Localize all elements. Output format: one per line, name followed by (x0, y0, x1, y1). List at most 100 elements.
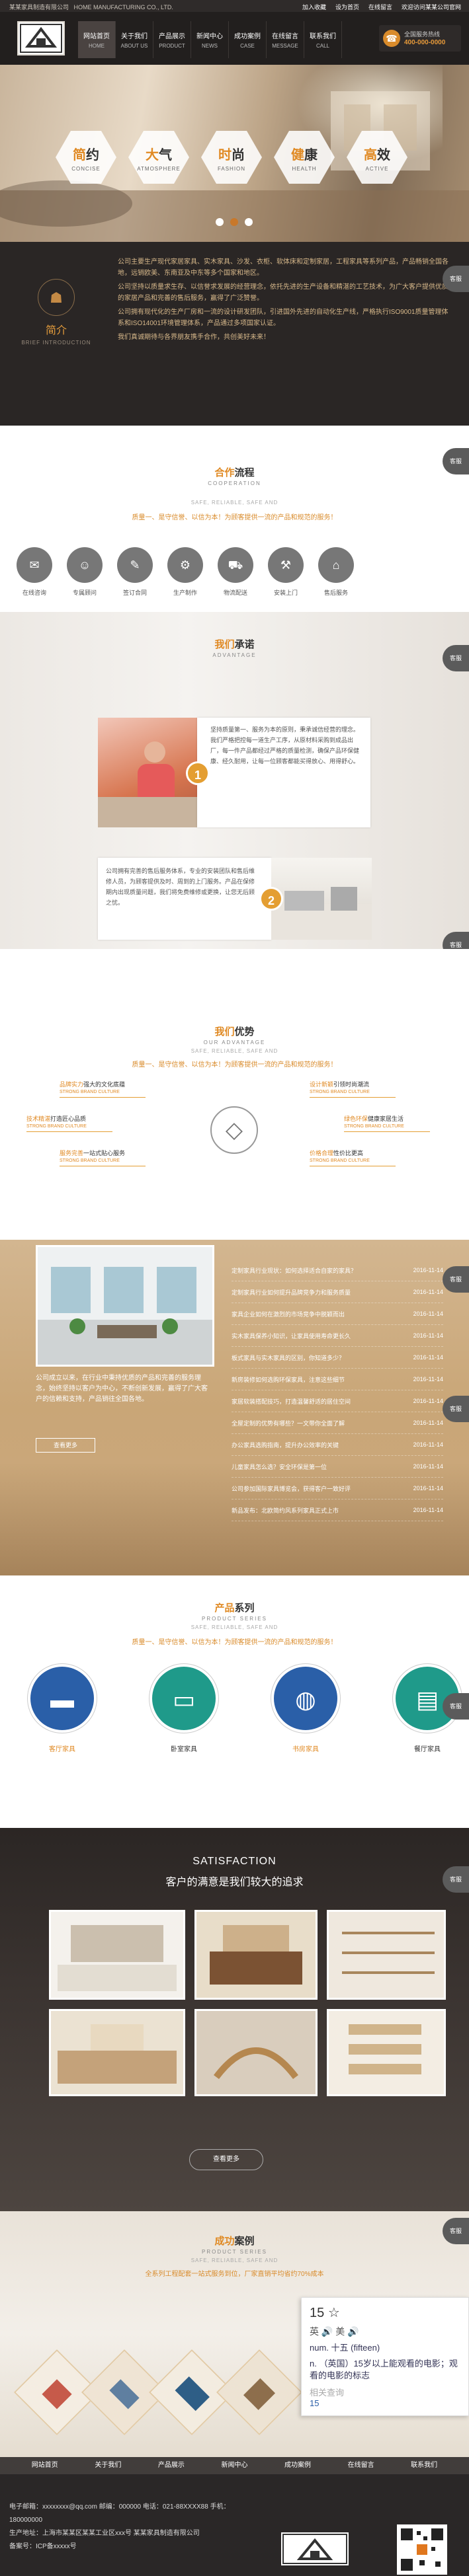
satisfaction-more-button[interactable]: 查看更多 (189, 2149, 263, 2170)
side-service-tab[interactable]: 客服 (443, 1866, 469, 1893)
side-service-tab[interactable]: 客服 (443, 645, 469, 671)
news-item[interactable]: 全屋定制的优势有哪些？一文带你全面了解 2016-11-14 (232, 1412, 443, 1434)
side-service-tab[interactable]: 客服 (443, 266, 469, 292)
star-icon[interactable]: ☆ (328, 2306, 340, 2320)
news-feature-image[interactable] (36, 1245, 214, 1367)
news-item[interactable]: 实木家具保养小知识，让家具使用寿命更长久 2016-11-14 (232, 1325, 443, 1347)
satisfaction-photo-5[interactable] (194, 2009, 318, 2096)
favorite-link[interactable]: 加入收藏 (302, 3, 326, 11)
news-section: 公司成立以来，在行业中秉持优质的产品和完善的服务理念，始终坚持以客户为中心，不断… (0, 1240, 469, 1575)
step-contract: ✎ 签订合同 (110, 547, 160, 597)
news-item-title[interactable]: 板式家具与实木家具的区别，你知道多少？ (232, 1353, 345, 1362)
company-cn: 某某家具制造有限公司 (9, 4, 69, 11)
product-living-room[interactable]: ▬ 客厅家具 (25, 1664, 99, 1753)
satisfaction-photo-6[interactable] (327, 2009, 446, 2096)
hotline-number: 400-000-0000 (404, 39, 446, 46)
news-item-title[interactable]: 定制家具行业如何提升品牌竞争力和服务质量 (232, 1288, 351, 1297)
case-gallery (13, 2349, 303, 2436)
news-item-title[interactable]: 家具企业如何在激烈的市场竞争中脱颖而出 (232, 1310, 345, 1318)
user-icon: ☺ (67, 547, 103, 583)
news-item-date: 2016-11-14 (413, 1507, 443, 1513)
news-item[interactable]: 家具企业如何在激烈的市场竞争中脱颖而出 2016-11-14 (232, 1303, 443, 1325)
news-item-title[interactable]: 定制家具行业现状：如何选择适合自家的家具？ (232, 1266, 357, 1275)
footer-nav-about[interactable]: 关于我们 (95, 2457, 121, 2474)
nav-product[interactable]: 产品展示 PRODUCT (153, 21, 191, 58)
side-service-tab[interactable]: 客服 (443, 1266, 469, 1293)
footer-nav-home[interactable]: 网站首页 (32, 2457, 58, 2474)
news-item-date: 2016-11-14 (413, 1310, 443, 1317)
news-item-title[interactable]: 公司参加国际家具博览会，获得客户一致好评 (232, 1484, 351, 1493)
news-item-title[interactable]: 儿童家具怎么选？安全环保是第一位 (232, 1462, 327, 1471)
nav-call[interactable]: 联系我们 CALL (304, 21, 342, 58)
satisfaction-photo-3[interactable] (327, 1910, 446, 2000)
news-item-title[interactable]: 新房装修如何选购环保家具，注意这些细节 (232, 1375, 345, 1384)
banner-dot[interactable] (216, 218, 224, 226)
news-list: 定制家具行业现状：如何选择适合自家的家具？ 2016-11-14 定制家具行业如何提… (232, 1260, 443, 1521)
dictionary-word: 15 (310, 2306, 325, 2320)
homepage-link[interactable]: 设为首页 (335, 3, 359, 11)
product-bedroom[interactable]: ▭ 卧室家具 (147, 1664, 221, 1753)
banner-dot[interactable] (245, 218, 253, 226)
news-item-date: 2016-11-14 (413, 1441, 443, 1448)
news-more-button[interactable]: 查看更多 (36, 1438, 95, 1453)
our-advantage-subline: SAFE, RELIABLE, SAFE AND (191, 1048, 278, 1054)
nav-case[interactable]: 成功案例 CASE (229, 21, 267, 58)
cases-heading: 成功案例 PRODUCT SERIES (202, 2236, 267, 2255)
dictionary-related-link[interactable]: 15 (310, 2398, 460, 2408)
nav-home[interactable]: 网站首页 HOME (78, 21, 116, 58)
our-advantage-tagline: 质量一、是守信誉、以信为本！为顾客提供一流的产品和规范的服务！ (132, 1061, 337, 1069)
news-item-title[interactable]: 实木家具保养小知识，让家具使用寿命更长久 (232, 1332, 351, 1340)
advantage-left-3: 服务完善一站式贴心服务 STRONG BRAND CULTURE (60, 1149, 165, 1166)
sofa-icon: ▬ (28, 1664, 97, 1733)
news-item-title[interactable]: 全屋定制的优势有哪些？一文带你全面了解 (232, 1419, 345, 1427)
news-item[interactable]: 新房装修如何选购环保家具，注意这些细节 2016-11-14 (232, 1369, 443, 1390)
promise-text-2: 公司拥有完善的售后服务体系，专业的安装团队和售后维修人员，为顾客提供及时、周到的… (106, 868, 255, 906)
footer-nav-contact[interactable]: 联系我们 (411, 2457, 437, 2474)
dictionary-phonetic[interactable]: 英 🔊 美 🔊 (310, 2325, 460, 2338)
side-service-tab[interactable]: 客服 (443, 1693, 469, 1720)
case-item[interactable] (216, 2349, 303, 2436)
side-service-tab[interactable]: 客服 (443, 2218, 469, 2244)
news-item-title[interactable]: 办公家具选购指南，提升办公效率的关键 (232, 1441, 339, 1449)
news-item[interactable]: 新品发布：北欧简约风系列家具正式上市 2016-11-14 (232, 1499, 443, 1521)
satisfaction-photo-4[interactable] (49, 2009, 185, 2096)
footer-nav-case[interactable]: 成功案例 (284, 2457, 311, 2474)
promise-heading: 我们承诺 ADVANTAGE (212, 639, 257, 658)
side-service-tab[interactable]: 客服 (443, 932, 469, 949)
news-item-title[interactable]: 新品发布：北欧简约风系列家具正式上市 (232, 1506, 339, 1515)
side-service-tab[interactable]: 客服 (443, 1396, 469, 1422)
news-item[interactable]: 办公家具选购指南，提升办公效率的关键 2016-11-14 (232, 1434, 443, 1456)
news-item[interactable]: 定制家具行业如何提升品牌竞争力和服务质量 2016-11-14 (232, 1281, 443, 1303)
banner-dot-active[interactable] (230, 218, 238, 226)
message-link[interactable]: 在线留言 (368, 3, 392, 11)
footer-logo[interactable] (281, 2532, 349, 2565)
company-en: HOME MANUFACTURING CO., LTD. (73, 4, 173, 11)
news-item[interactable]: 公司参加国际家具博览会，获得客户一致好评 2016-11-14 (232, 1478, 443, 1499)
product-tagline: 质量一、是守信誉、以信为本！为顾客提供一流的产品和规范的服务！ (132, 1639, 337, 1646)
nav-news[interactable]: 新闻中心 NEWS (191, 21, 229, 58)
footer-nav-news[interactable]: 新闻中心 (221, 2457, 247, 2474)
footer-nav-product[interactable]: 产品展示 (158, 2457, 185, 2474)
side-service-tab[interactable]: 客服 (443, 448, 469, 474)
nav-about[interactable]: 关于我们 ABOUT US (116, 21, 153, 58)
news-item[interactable]: 定制家具行业现状：如何选择适合自家的家具？ 2016-11-14 (232, 1260, 443, 1281)
satisfaction-photo-1[interactable] (49, 1910, 185, 2000)
logo[interactable] (17, 21, 65, 56)
footer-nav-message[interactable]: 在线留言 (348, 2457, 374, 2474)
news-item[interactable]: 儿童家具怎么选？安全环保是第一位 2016-11-14 (232, 1456, 443, 1478)
satisfaction-en: SATISFACTION (192, 1856, 277, 1867)
news-item[interactable]: 家居软装搭配技巧，打造温馨舒适的居住空间 2016-11-14 (232, 1390, 443, 1412)
company-name: 某某家具制造有限公司 HOME MANUFACTURING CO., LTD. (9, 3, 173, 11)
dictionary-popup: 15 ☆ 英 🔊 美 🔊 num. 十五 (fifteen) n. （英国）15… (301, 2297, 469, 2416)
product-study[interactable]: ◍ 书房家具 (269, 1664, 343, 1753)
cases-subline: SAFE, RELIABLE, SAFE AND (191, 2257, 278, 2263)
cases-section: 成功案例 PRODUCT SERIES SAFE, RELIABLE, SAFE… (0, 2211, 469, 2457)
nav-message[interactable]: 在线留言 MESSAGE (267, 21, 304, 58)
step-advisor: ☺ 专属顾问 (60, 547, 110, 597)
news-item-title[interactable]: 家居软装搭配技巧，打造温馨舒适的居住空间 (232, 1397, 351, 1406)
our-advantage-heading: 我们优势 OUR ADVANTAGE (203, 1026, 266, 1045)
hero-banner: 简约 CONCISE 大气 ATMOSPHERE 时尚 FASHION 健康 HEALT… (0, 65, 469, 242)
news-item[interactable]: 板式家具与实木家具的区别，你知道多少？ 2016-11-14 (232, 1347, 443, 1369)
intro-paragraph: 我们真诚期待与各界朋友携手合作，共创美好未来！ (118, 334, 270, 341)
satisfaction-photo-2[interactable] (194, 1910, 318, 2000)
